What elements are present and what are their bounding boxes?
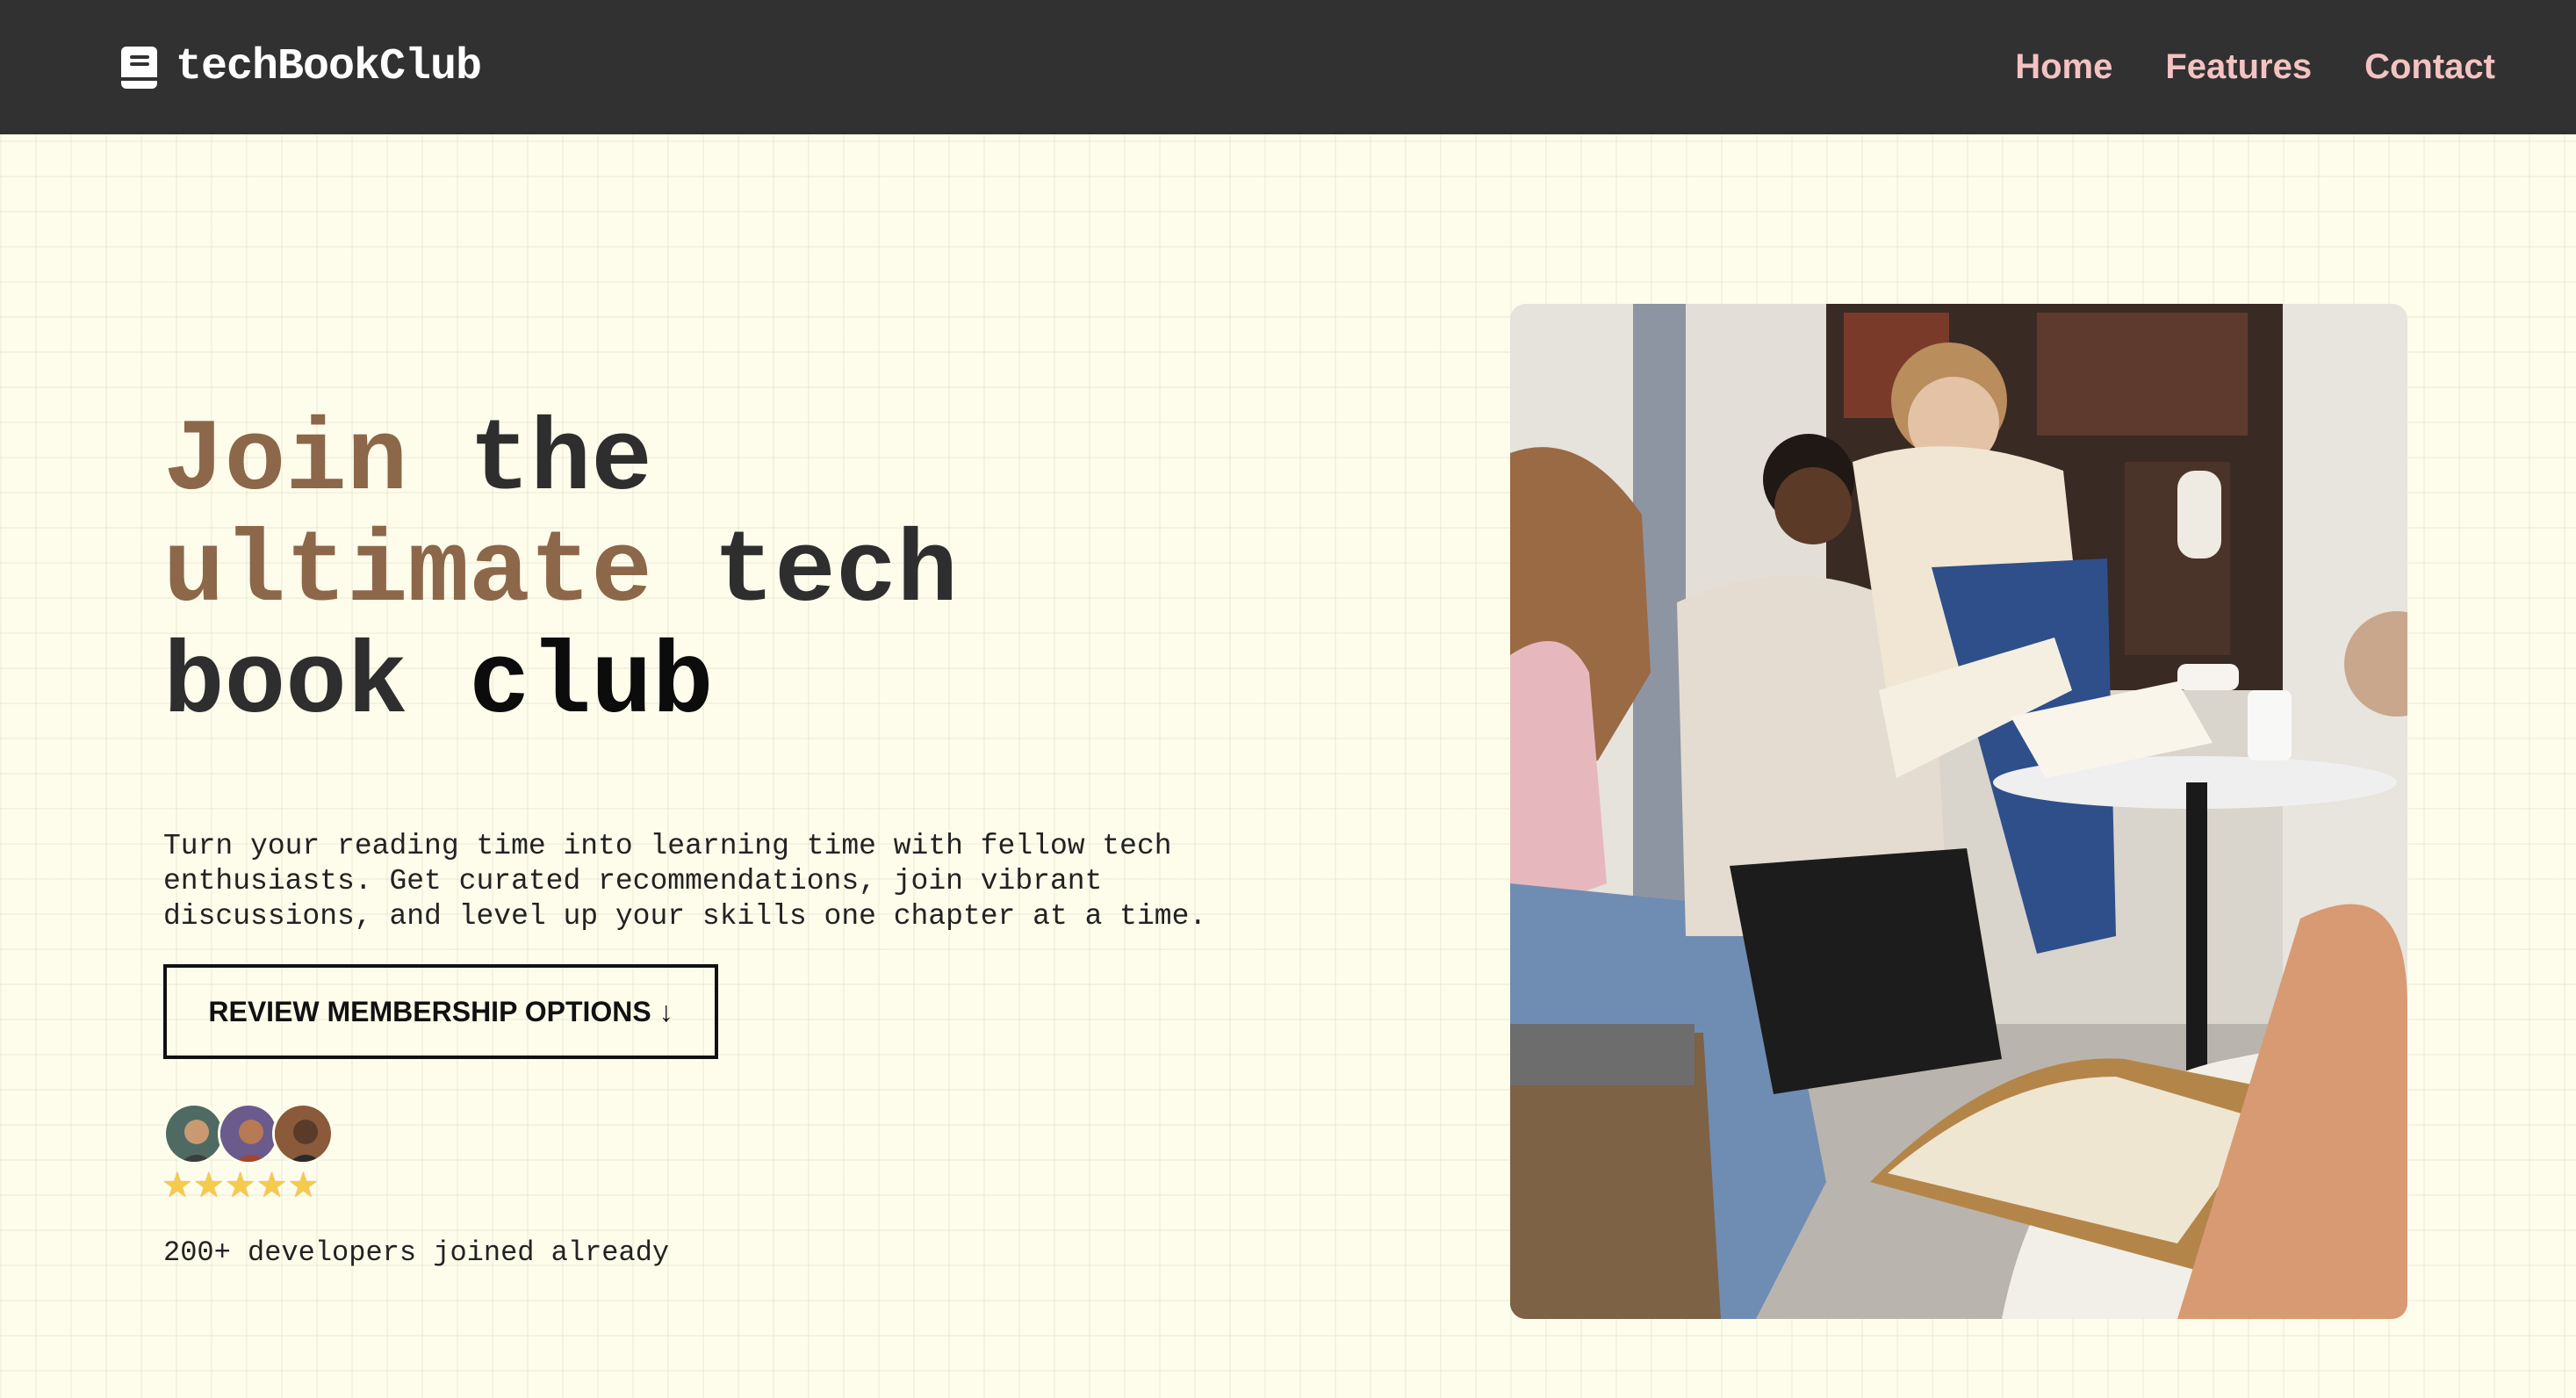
navbar: techBookClub Home Features Contact — [0, 0, 2576, 134]
review-membership-button[interactable]: REVIEW MEMBERSHIP OPTIONS ↓ — [163, 964, 718, 1059]
nav-link-contact[interactable]: Contact — [2364, 47, 2495, 87]
member-avatars — [163, 1103, 334, 1164]
star-icon: ★ — [192, 1165, 225, 1206]
avatar — [163, 1103, 225, 1164]
headline-word-ultimate: ultimate — [163, 515, 652, 631]
nav-links: Home Features Contact — [2015, 47, 2495, 87]
hero-subtext: Turn your reading time into learning tim… — [163, 830, 1207, 933]
nav-link-home[interactable]: Home — [2015, 47, 2112, 87]
hero-headline: Join the ultimate tech book club — [163, 406, 1041, 740]
star-icon: ★ — [224, 1165, 256, 1206]
headline-word-tech: tech — [713, 515, 958, 631]
brand-name: techBookClub — [176, 42, 482, 92]
headline-word-the: the — [469, 403, 652, 519]
rating-stars: ★ ★ ★ ★ ★ — [162, 1166, 319, 1205]
star-icon: ★ — [162, 1165, 193, 1206]
avatar — [272, 1103, 334, 1164]
brand[interactable]: techBookClub — [120, 42, 482, 92]
joined-count-text: 200+ developers joined already — [163, 1236, 670, 1269]
headline-word-join: Join — [163, 403, 408, 519]
star-icon: ★ — [255, 1165, 288, 1206]
nav-link-features[interactable]: Features — [2165, 47, 2312, 87]
star-icon: ★ — [287, 1165, 320, 1206]
headline-word-club: club — [469, 626, 714, 742]
headline-word-book: book — [163, 626, 408, 742]
book-icon — [121, 46, 157, 89]
hero-photo — [1510, 304, 2407, 1319]
avatar — [218, 1103, 279, 1164]
